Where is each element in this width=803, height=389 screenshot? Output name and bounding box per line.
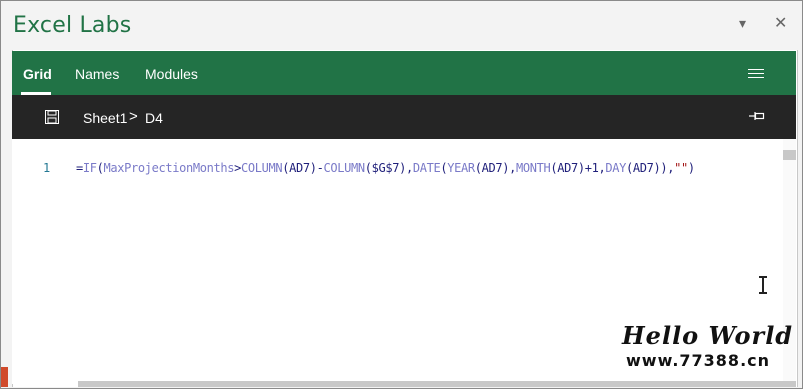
text-cursor-icon — [759, 276, 767, 294]
sheet-edge-marker — [1, 367, 8, 387]
save-icon[interactable] — [45, 110, 59, 124]
breadcrumb-cell[interactable]: D4 — [145, 110, 163, 126]
formula-text[interactable]: =IF(MaxProjectionMonths>COLUMN(AD7)-COLU… — [76, 161, 695, 175]
line-number: 1 — [43, 161, 51, 175]
title-bar: Excel Labs ▾ ✕ — [1, 1, 802, 51]
watermark-title: Hello World — [622, 321, 794, 350]
editor-toolbar: Sheet1 > D4 — [12, 95, 796, 139]
tab-names[interactable]: Names — [75, 66, 119, 82]
breadcrumb-sheet[interactable]: Sheet1 — [83, 110, 127, 126]
hamburger-menu-icon[interactable] — [748, 69, 764, 78]
close-icon[interactable]: ✕ — [774, 13, 787, 33]
breadcrumb-separator: > — [129, 108, 138, 125]
dropdown-icon[interactable]: ▾ — [739, 15, 746, 32]
nav-bar: Grid Names Modules — [12, 51, 796, 95]
horizontal-scrollbar[interactable] — [78, 381, 796, 387]
tab-modules[interactable]: Modules — [145, 66, 198, 82]
pane-title: Excel Labs — [13, 13, 132, 38]
vertical-scrollbar-thumb[interactable] — [783, 150, 796, 160]
pin-icon[interactable] — [749, 110, 765, 122]
tab-grid[interactable]: Grid — [23, 66, 52, 82]
watermark-url: www.77388.cn — [626, 351, 771, 370]
